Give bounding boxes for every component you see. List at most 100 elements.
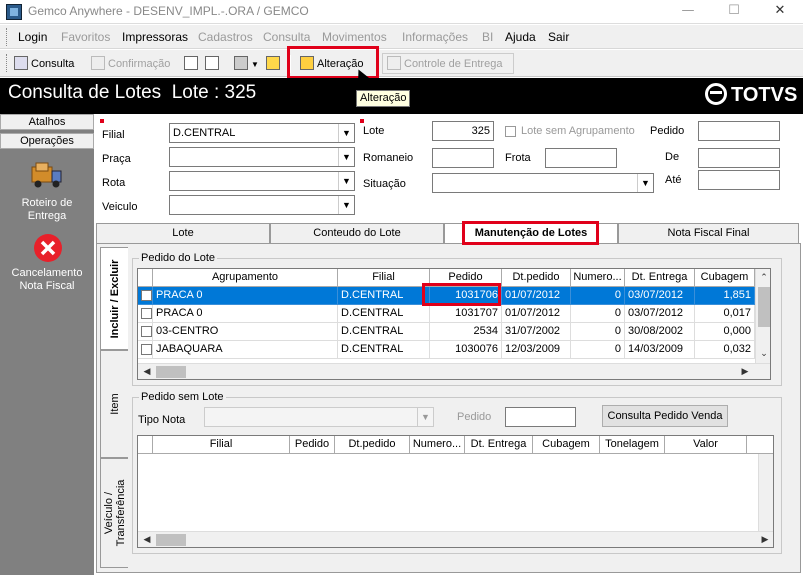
new-document-button[interactable] — [184, 54, 201, 74]
scroll-left-icon[interactable]: ◀ — [140, 365, 154, 379]
copy-document-button[interactable] — [205, 54, 222, 74]
horizontal-scrollbar[interactable]: ◀ ▶ — [138, 363, 770, 379]
sidebar-item-label: Cancelamento Nota Fiscal — [11, 267, 83, 292]
pedido-sem-lote-grid: Filial Pedido Dt.pedido Numero... Dt. En… — [137, 435, 774, 548]
close-button[interactable]: ✕ — [757, 0, 803, 24]
grid-header[interactable]: Valor — [665, 436, 747, 454]
menu-consulta[interactable]: Consulta — [263, 30, 310, 44]
grid-header[interactable]: Dt.pedido — [335, 436, 410, 454]
lote-input[interactable]: 325 — [432, 121, 494, 141]
grid-header-select — [138, 269, 153, 287]
cell-cubagem: 0,000 — [695, 323, 755, 341]
sidebar-atalhos[interactable]: Atalhos — [0, 114, 94, 130]
scroll-down-icon[interactable]: ⌄ — [757, 347, 770, 361]
cancel-icon[interactable] — [33, 233, 63, 263]
grid-header[interactable]: Dt. Entrega — [465, 436, 533, 454]
minimize-button[interactable]: — — [665, 0, 711, 24]
grid-header[interactable]: Tonelagem — [600, 436, 665, 454]
pedido-sem-lote-title: Pedido sem Lote — [139, 391, 226, 403]
scroll-right-icon[interactable]: ▶ — [738, 365, 752, 379]
grid-header[interactable]: Agrupamento — [153, 269, 338, 287]
vertical-scrollbar[interactable] — [758, 454, 773, 532]
data-ate-input[interactable] — [698, 170, 780, 190]
menu-login[interactable]: Login — [18, 30, 47, 44]
binoculars-icon — [14, 56, 28, 70]
sidebar-item-roteiro[interactable]: Roteiro de Entrega — [0, 197, 94, 223]
tab-nota-fiscal-final[interactable]: Nota Fiscal Final — [618, 223, 799, 243]
scroll-up-icon[interactable]: ⌃ — [757, 271, 770, 285]
ate-label: Até — [665, 174, 682, 186]
grid-header[interactable]: Dt. Entrega — [625, 269, 695, 287]
cell-dt-entrega: 14/03/2009 — [625, 341, 695, 359]
menu-favoritos[interactable]: Favoritos — [61, 30, 110, 44]
situacao-select[interactable]: ▼ — [432, 173, 654, 193]
vtab-label: Veículo / Transferência — [102, 479, 127, 547]
scroll-left-icon[interactable]: ◀ — [140, 533, 154, 547]
row-checkbox[interactable] — [141, 308, 152, 319]
consulta-button[interactable]: Consulta — [14, 54, 74, 74]
controle-entrega-button[interactable]: Controle de Entrega — [382, 53, 514, 74]
grid-header[interactable]: Filial — [153, 436, 290, 454]
tab-conteudo-lote[interactable]: Conteudo do Lote — [270, 223, 444, 243]
sidebar-operacoes[interactable]: Operações — [0, 133, 94, 149]
row-checkbox[interactable] — [141, 290, 152, 301]
row-checkbox[interactable] — [141, 326, 152, 337]
grid-header[interactable]: Cubagem — [695, 269, 755, 287]
data-de-input[interactable] — [698, 148, 780, 168]
scroll-right-icon[interactable]: ▶ — [758, 533, 772, 547]
pedido-sem-lote-input[interactable] — [505, 407, 576, 427]
veiculo-label: Veiculo — [102, 201, 138, 213]
document-icon — [184, 56, 198, 70]
rota-label: Rota — [102, 177, 126, 189]
pedido-input[interactable] — [698, 121, 780, 141]
cell-filial: D.CENTRAL — [338, 341, 430, 359]
chevron-down-icon: ▼ — [637, 174, 653, 192]
grid-header[interactable]: Pedido — [290, 436, 335, 454]
grid-header[interactable]: Filial — [338, 269, 430, 287]
scroll-thumb[interactable] — [156, 534, 186, 546]
tab-lote[interactable]: Lote — [96, 223, 270, 243]
sidebar-item-cancelamento[interactable]: Cancelamento Nota Fiscal — [0, 267, 94, 293]
grip-handle — [6, 28, 9, 46]
scroll-thumb[interactable] — [156, 366, 186, 378]
grid-header[interactable]: Dt.pedido — [502, 269, 571, 287]
menu-ajuda[interactable]: Ajuda — [505, 30, 536, 44]
menu-cadastros[interactable]: Cadastros — [198, 30, 253, 44]
praca-select[interactable]: ▼ — [169, 147, 355, 167]
lote-sem-agrupamento-checkbox[interactable] — [505, 126, 516, 137]
menu-movimentos[interactable]: Movimentos — [322, 30, 387, 44]
scroll-thumb[interactable] — [758, 287, 770, 327]
grid-header[interactable]: Numero... — [571, 269, 625, 287]
maximize-button[interactable]: ☐ — [711, 0, 757, 24]
veiculo-select[interactable]: ▼ — [169, 195, 355, 215]
rota-select[interactable]: ▼ — [169, 171, 355, 191]
vtab-item[interactable]: Item — [100, 350, 128, 458]
vtab-label: Incluir / Excluir — [108, 259, 121, 338]
tipo-nota-select[interactable]: ▼ — [204, 407, 434, 427]
vtab-incluir-excluir[interactable]: Incluir / Excluir — [100, 247, 128, 350]
menu-impressoras[interactable]: Impressoras — [122, 30, 188, 44]
menu-bi[interactable]: BI — [482, 30, 493, 44]
truck-icon[interactable] — [30, 159, 64, 191]
dropdown-arrow-icon: ▼ — [251, 60, 259, 69]
situacao-label: Situação — [363, 178, 406, 190]
chevron-down-icon: ▼ — [338, 196, 354, 214]
menu-sair[interactable]: Sair — [548, 30, 569, 44]
filial-select[interactable]: D.CENTRAL ▼ — [169, 123, 355, 143]
grid-header[interactable]: Cubagem — [533, 436, 600, 454]
cell-pedido: 1030076 — [430, 341, 502, 359]
frota-input[interactable] — [545, 148, 617, 168]
romaneio-input[interactable] — [432, 148, 494, 168]
horizontal-scrollbar[interactable]: ◀ ▶ — [138, 531, 773, 547]
menu-informacoes[interactable]: Informações — [402, 30, 468, 44]
grid-header[interactable]: Numero... — [410, 436, 465, 454]
vertical-scrollbar[interactable]: ⌃ ⌄ — [755, 269, 770, 363]
consulta-pedido-venda-button[interactable]: Consulta Pedido Venda — [602, 405, 728, 427]
filial-value: D.CENTRAL — [173, 127, 236, 139]
print-button[interactable]: ▼ — [234, 54, 259, 74]
vtab-veiculo-transferencia[interactable]: Veículo / Transferência — [100, 458, 128, 568]
confirmacao-button[interactable]: Confirmação — [91, 54, 170, 74]
pedido-lote-title: Pedido do Lote — [139, 252, 218, 264]
help-button[interactable] — [266, 54, 283, 74]
row-checkbox[interactable] — [141, 344, 152, 355]
